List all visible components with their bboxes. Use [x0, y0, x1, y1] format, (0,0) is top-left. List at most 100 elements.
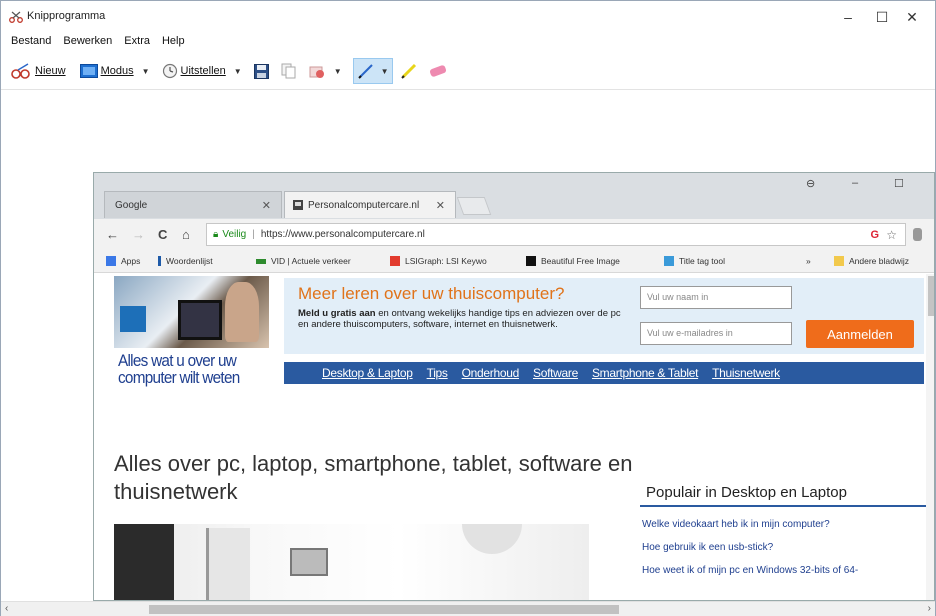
clock-icon: [162, 63, 177, 79]
site-nav: Desktop & Laptop Tips Onderhoud Software…: [284, 362, 924, 384]
horizontal-scrollbar[interactable]: ‹ ›: [1, 601, 935, 616]
eraser-icon: [429, 65, 446, 77]
page-scroll-thumb[interactable]: [928, 276, 934, 316]
send-snip-icon: [309, 66, 324, 78]
logo-tablet: [178, 300, 222, 340]
promo-text: Meld u gratis aan en ontvang wekelijks h…: [298, 308, 628, 330]
menu-bewerken[interactable]: Bewerken: [63, 35, 112, 53]
lock-icon: 🔒︎: [213, 229, 219, 240]
secure-label: Veilig: [222, 229, 247, 240]
pen-dropdown-icon[interactable]: ▼: [381, 67, 389, 76]
copy-icon: [281, 63, 296, 79]
delay-dropdown-icon[interactable]: ▼: [234, 67, 242, 76]
mode-button[interactable]: Modus ▼: [77, 58, 153, 84]
bookmarks-more-icon[interactable]: »: [806, 256, 811, 266]
tab-google-close-icon[interactable]: ✕: [262, 199, 271, 212]
bookmark-other[interactable]: Andere bladwijz: [834, 256, 909, 266]
new-snip-button[interactable]: Nieuw: [7, 58, 69, 84]
snipping-tool-window: Knipprogramma – ☐ ✕ Bestand Bewerken Ext…: [0, 0, 936, 616]
email-input[interactable]: Vul uw e-mailadres in: [640, 322, 792, 345]
popular-link-1[interactable]: Welke videokaart heb ik in mijn computer…: [642, 519, 932, 530]
nav-onderhoud[interactable]: Onderhoud: [462, 366, 520, 380]
browser-minimize-button[interactable]: –: [852, 177, 858, 189]
popular-link-3[interactable]: Hoe weet ik of mijn pc en Windows 32-bit…: [642, 565, 932, 576]
nav-tips[interactable]: Tips: [427, 366, 448, 380]
bookmark-other-label: Andere bladwijz: [849, 256, 910, 266]
popular-sidebar: Populair in Desktop en Laptop Welke vide…: [640, 480, 932, 576]
bookmark-woordenlijst[interactable]: Woordenlijst: [158, 256, 213, 266]
tab-personalcomputercare-label: Personalcomputercare.nl: [308, 199, 420, 211]
hero-lamp: [462, 524, 522, 554]
bookmark-beautiful-free-image[interactable]: Beautiful Free Image: [526, 256, 620, 266]
menu-help[interactable]: Help: [162, 35, 185, 53]
window-title: Knipprogramma: [27, 10, 106, 22]
home-icon[interactable]: ⌂: [182, 227, 190, 242]
nav-thuisnetwerk[interactable]: Thuisnetwerk: [712, 366, 780, 380]
sidebar-title: Populair in Desktop en Laptop: [640, 480, 932, 507]
browser-maximize-button[interactable]: ☐: [894, 177, 904, 190]
highlighter-icon: [400, 63, 416, 79]
address-bar[interactable]: 🔒︎ Veilig | https://www.personalcomputer…: [206, 223, 906, 246]
menu-bestand[interactable]: Bestand: [11, 35, 51, 53]
tab-google[interactable]: Google ✕: [104, 191, 282, 218]
close-button[interactable]: ✕: [889, 1, 935, 33]
bookmarks-bar: Apps Woordenlijst VID | Actuele verkeer …: [94, 251, 934, 273]
toolbar: Nieuw Modus ▼ Uitstellen ▼ ▼ ▼: [1, 55, 935, 87]
bookmark-apps[interactable]: Apps: [106, 256, 140, 266]
logo-person: [225, 282, 259, 342]
bookmark-woordenlijst-label: Woordenlijst: [166, 256, 213, 266]
site-slogan: Alles wat u over uw computer wilt weten: [118, 351, 240, 387]
pen-button[interactable]: ▼: [352, 58, 393, 84]
extension-g-icon[interactable]: G: [870, 229, 879, 241]
save-button[interactable]: [251, 58, 272, 84]
nav-smartphone-tablet[interactable]: Smartphone & Tablet: [592, 366, 698, 380]
popular-link-2[interactable]: Hoe gebruik ik een usb-stick?: [642, 542, 932, 553]
title-bar: Knipprogramma – ☐ ✕: [1, 1, 935, 33]
scissors-icon: [9, 11, 23, 23]
send-dropdown-icon[interactable]: ▼: [334, 67, 342, 76]
eraser-button[interactable]: [425, 58, 451, 84]
bookmark-title-tag-tool[interactable]: Title tag tool: [664, 256, 725, 266]
extension-icon[interactable]: [913, 228, 922, 241]
menu-extra[interactable]: Extra: [124, 35, 150, 53]
bookmark-apps-label: Apps: [121, 256, 141, 266]
reload-icon[interactable]: C: [158, 227, 167, 242]
name-input[interactable]: Vul uw naam in: [640, 286, 792, 309]
mode-dropdown-icon[interactable]: ▼: [142, 67, 150, 76]
highlighter-button[interactable]: [397, 58, 421, 84]
url-text: https://www.personalcomputercare.nl: [260, 229, 425, 240]
scroll-thumb[interactable]: [149, 605, 619, 614]
save-icon: [253, 63, 269, 79]
page-vertical-scrollbar[interactable]: [926, 274, 934, 600]
forward-icon[interactable]: →: [132, 227, 145, 242]
new-snip-icon: [11, 63, 30, 79]
menu-bar: Bestand Bewerken Extra Help: [1, 35, 187, 53]
tab-personalcomputercare[interactable]: Personalcomputercare.nl ✕: [284, 191, 456, 218]
captured-browser: Google ✕ Personalcomputercare.nl ✕ ⊖ – ☐…: [93, 172, 935, 601]
delay-button[interactable]: Uitstellen ▼: [159, 58, 245, 84]
pen-icon: [357, 64, 373, 79]
send-snip-button[interactable]: ▼: [305, 58, 345, 84]
bookmark-vid[interactable]: VID | Actuele verkeer: [256, 256, 351, 266]
scroll-left-icon[interactable]: ‹: [5, 603, 8, 614]
tab-personalcomputercare-close-icon[interactable]: ✕: [436, 199, 445, 212]
back-icon[interactable]: ←: [106, 227, 119, 242]
nav-desktop-laptop[interactable]: Desktop & Laptop: [322, 366, 413, 380]
browser-profile-icon[interactable]: ⊖: [806, 177, 815, 190]
scroll-right-icon[interactable]: ›: [928, 603, 931, 614]
signup-button[interactable]: Aanmelden: [806, 320, 914, 348]
new-tab-button[interactable]: [456, 197, 492, 215]
vid-icon: [256, 258, 266, 264]
hero-window: [206, 528, 250, 600]
popular-list: Welke videokaart heb ik in mijn computer…: [640, 519, 932, 576]
promo-heading: Meer leren over uw thuiscomputer?: [298, 284, 565, 303]
bookmark-lsigraph[interactable]: LSIGraph: LSI Keywo: [390, 256, 487, 266]
hero-dark-panel: [114, 524, 174, 600]
camera-icon: [526, 256, 536, 266]
bookmark-star-icon[interactable]: ☆: [886, 228, 897, 242]
lsigraph-icon: [390, 256, 400, 266]
bookmark-beautiful-label: Beautiful Free Image: [541, 256, 620, 266]
nav-software[interactable]: Software: [533, 366, 578, 380]
copy-button[interactable]: [278, 58, 299, 84]
site-logo-image[interactable]: [114, 276, 269, 348]
